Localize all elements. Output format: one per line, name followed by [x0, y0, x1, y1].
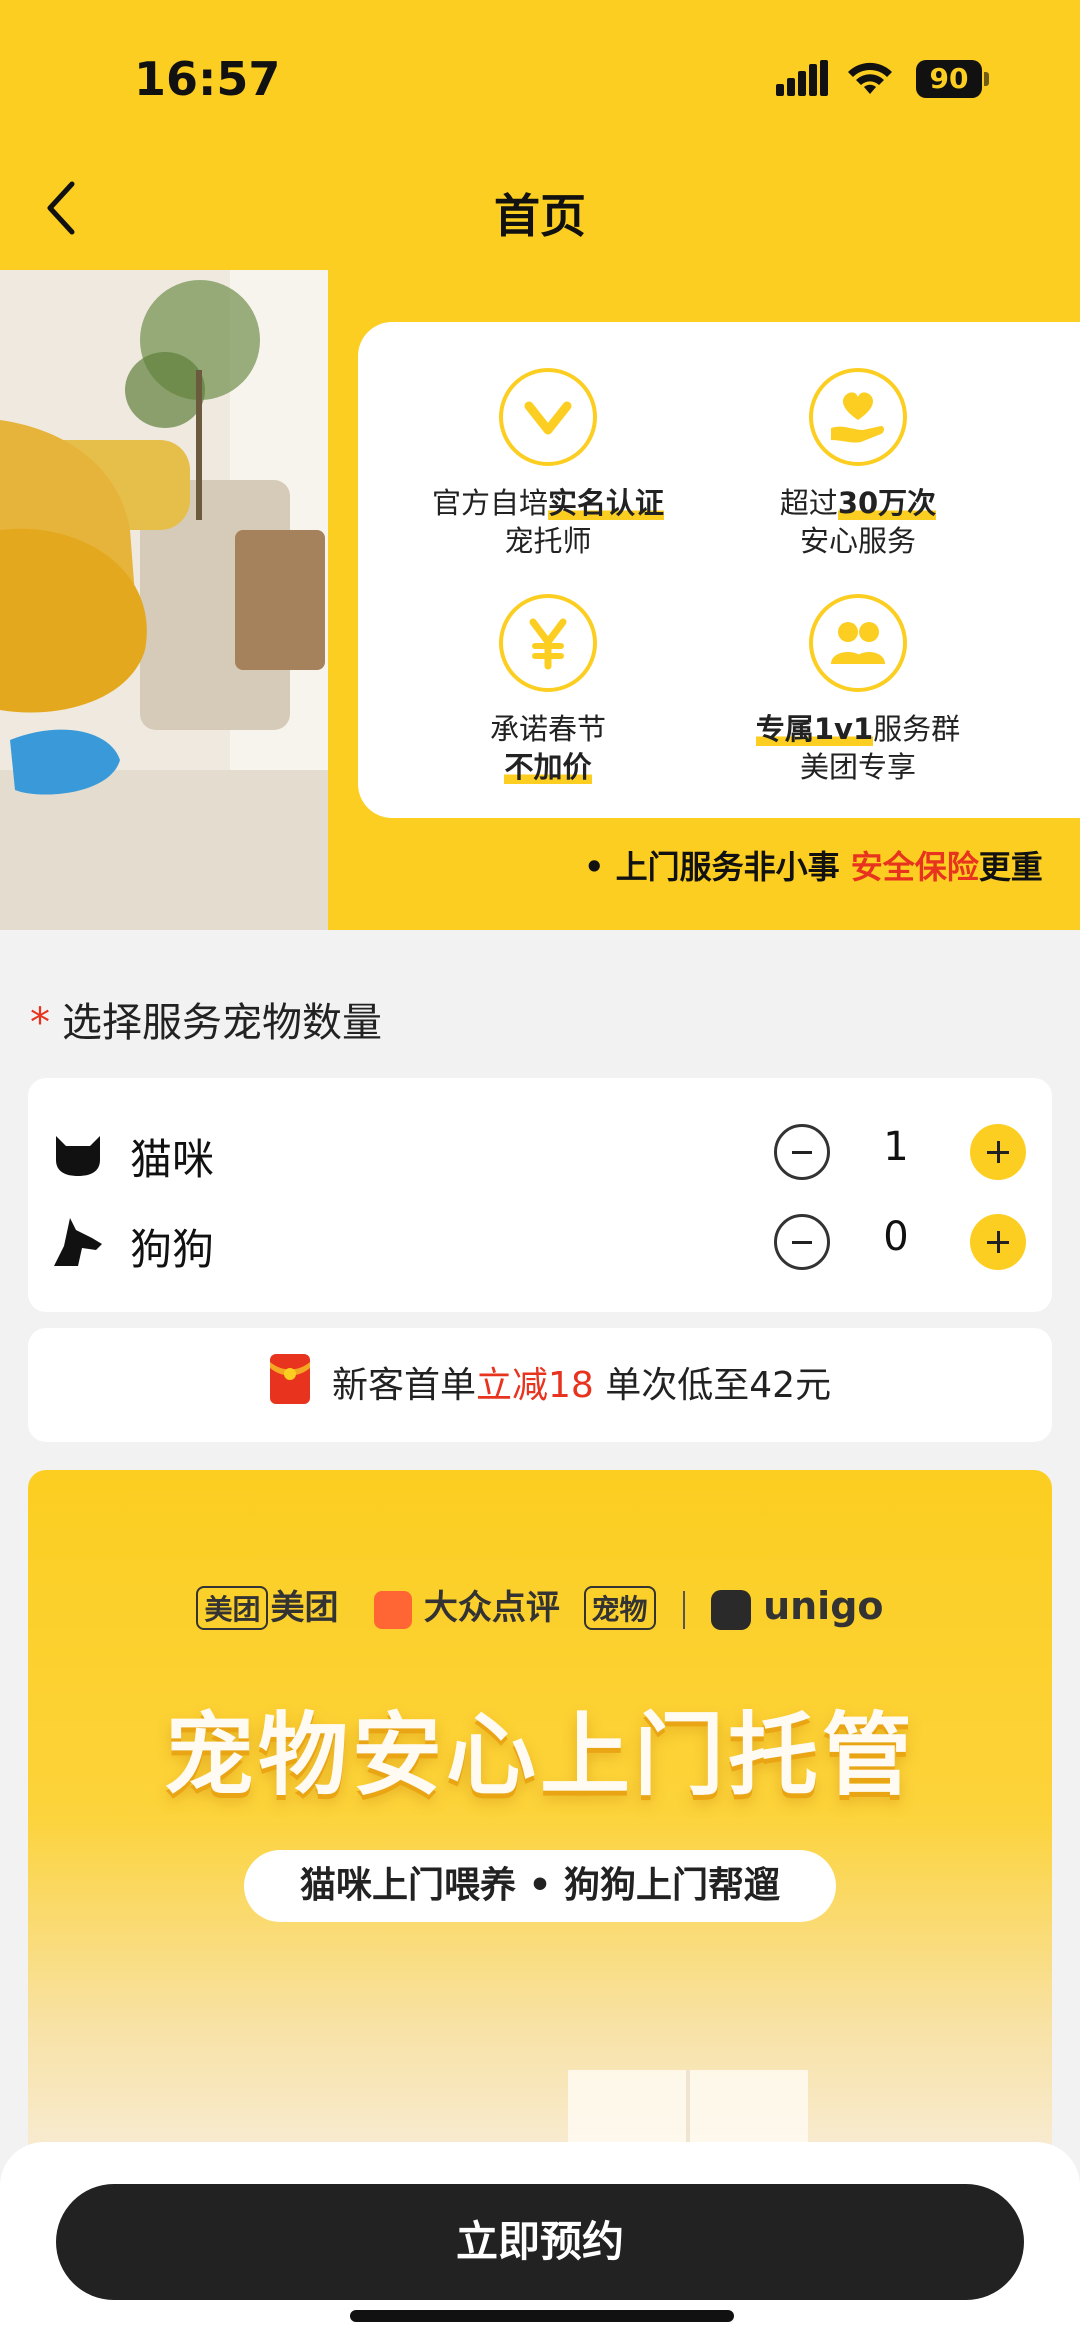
unigo-logo-icon — [711, 1589, 752, 1630]
coupon-discount: 立减18 — [476, 1365, 594, 1406]
safety-tagline: • 上门服务非小事 安全保险更重 — [584, 842, 1043, 888]
poster-subtitle: 猫咪上门喂养 • 狗狗上门帮遛 — [244, 1850, 836, 1922]
book-now-button[interactable]: 立即预约 — [56, 2184, 1024, 2300]
increase-cat-button[interactable] — [970, 1124, 1026, 1180]
section-title-text: 选择服务宠物数量 — [62, 1000, 382, 1046]
brand-pet: 宠物 — [583, 1586, 656, 1630]
pet-row-dog: 狗狗 0 — [28, 1196, 1052, 1286]
banner-photo — [0, 270, 328, 930]
safety-text: • 上门服务非小事 — [584, 848, 851, 886]
promise-text: 宠托师 — [504, 524, 592, 558]
check-v-icon — [499, 368, 597, 466]
brand-unigo: unigo — [763, 1584, 884, 1628]
promise-item-services: 超过30万次 安心服务 — [688, 368, 1028, 560]
brand-dianping: 大众点评 — [423, 1588, 560, 1628]
promise-text: 超过 — [779, 486, 838, 520]
heart-hand-icon — [809, 368, 907, 466]
promise-text: 美团专享 — [799, 750, 916, 784]
dog-count: 0 — [883, 1214, 909, 1260]
coupon-text: 新客首单立减18 单次低至42元 — [332, 1356, 831, 1408]
brand-separator — [683, 1590, 686, 1629]
required-mark: * — [30, 1000, 50, 1046]
promise-highlight: 30万次 — [837, 486, 937, 520]
meituan-logo-mark: 美团 — [196, 1586, 269, 1630]
pet-count-section-title: * 选择服务宠物数量 — [30, 990, 382, 1048]
decrease-cat-button[interactable] — [774, 1124, 830, 1180]
coupon-prefix: 新客首单 — [332, 1365, 477, 1406]
pet-row-cat: 猫咪 1 — [28, 1106, 1052, 1196]
dog-icon — [54, 1218, 102, 1266]
promise-text: 官方自培 — [431, 486, 548, 520]
safety-highlight: 安全保险 — [850, 848, 979, 886]
promise-text: 承诺春节 — [489, 712, 606, 746]
brand-meituan: 美团 — [270, 1588, 339, 1628]
promise-text: 服务群 — [873, 712, 961, 746]
promise-item-service-group: 专属1v1服务群 美团专享 — [688, 594, 1028, 786]
poster-headline: 宠物安心上门托管 — [164, 1703, 916, 1808]
promise-item-verified: 官方自培实名认证 宠托师 — [378, 368, 718, 560]
promise-highlight: 专属1v1 — [755, 712, 874, 746]
battery-tip — [984, 72, 989, 86]
group-icon — [809, 594, 907, 692]
status-time: 16:57 — [134, 52, 281, 106]
battery-indicator: 90 — [916, 60, 982, 98]
pet-label: 猫咪 — [130, 1135, 215, 1184]
pet-label: 狗狗 — [130, 1225, 215, 1274]
wifi-icon — [848, 62, 892, 94]
page-title: 首页 — [494, 189, 586, 243]
red-packet-icon — [270, 1354, 310, 1404]
brand-logos-row: 美团 美团 大众点评 宠物 unigo — [28, 1580, 1052, 1630]
promise-highlight: 实名认证 — [548, 486, 665, 520]
increase-dog-button[interactable] — [970, 1214, 1026, 1270]
dianping-logo-icon — [374, 1590, 412, 1629]
promise-highlight: 不加价 — [504, 750, 592, 784]
safety-text-suffix: 更重 — [978, 848, 1043, 886]
cat-count: 1 — [883, 1124, 909, 1170]
new-customer-coupon[interactable]: 新客首单立减18 单次低至42元 — [28, 1328, 1052, 1442]
promise-card: 官方自培实名认证 宠托师 超过30万次 安心服务 承诺春节 不加价 专属1v1服… — [358, 322, 1080, 818]
pet-count-card: 猫咪 1 狗狗 0 — [28, 1078, 1052, 1312]
decrease-dog-button[interactable] — [774, 1214, 830, 1270]
promise-text: 安心服务 — [799, 524, 916, 558]
promise-item-no-surcharge: 承诺春节 不加价 — [378, 594, 718, 786]
cellular-signal-icon — [776, 60, 828, 96]
coupon-suffix: 单次低至42元 — [593, 1365, 832, 1406]
cat-icon — [56, 1136, 100, 1176]
yen-icon — [499, 594, 597, 692]
home-indicator — [350, 2310, 734, 2322]
